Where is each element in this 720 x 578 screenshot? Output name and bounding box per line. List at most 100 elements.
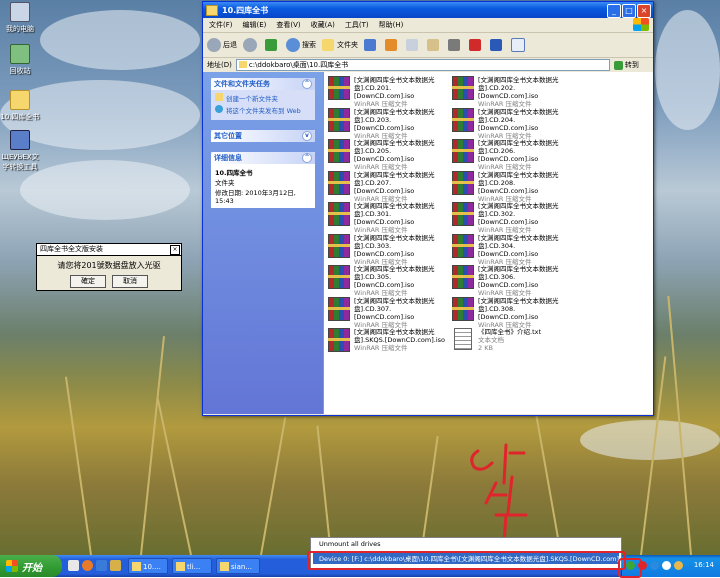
delete-button[interactable] bbox=[469, 39, 484, 51]
cut-button[interactable] bbox=[448, 39, 463, 51]
desktop-icon-converter[interactable]: ЩЕУЬЕХ文字转换工具 bbox=[0, 130, 40, 172]
back-label: 后退 bbox=[223, 41, 237, 49]
dialog-titlebar[interactable]: 四库全书全文版安装 × bbox=[37, 244, 181, 256]
winrar-archive-icon bbox=[452, 170, 474, 195]
search-button[interactable]: 搜索 bbox=[286, 38, 316, 52]
file-type: WinRAR 压缩文件 bbox=[354, 344, 408, 352]
menu-tools[interactable]: 工具(T) bbox=[345, 20, 369, 30]
file-item[interactable]: 《四库全书》介绍.txt 文本文档 2 KB bbox=[452, 328, 574, 356]
task-label: 将这个文件夹发布到 Web bbox=[226, 107, 301, 115]
file-name-line2: 盘].CD.205.[DownCD.com].iso bbox=[354, 147, 415, 163]
panel-header[interactable]: 其它位置 v bbox=[211, 130, 315, 142]
paste-button[interactable] bbox=[427, 39, 442, 51]
properties-button[interactable] bbox=[511, 38, 528, 52]
task-new-folder[interactable]: 创建一个新文件夹 bbox=[215, 93, 311, 103]
install-dialog: 四库全书全文版安装 × 请您将201號数据盘放入光驱 確定 取消 bbox=[36, 243, 182, 291]
forward-button[interactable] bbox=[243, 38, 259, 52]
window-titlebar[interactable]: 10.四库全书 bbox=[203, 2, 653, 18]
file-item[interactable]: [文渊阁四库全书文本数据光 盘].CD.304.[DownCD.com].iso W… bbox=[452, 233, 574, 266]
chevron-up-icon[interactable]: ^ bbox=[302, 79, 312, 89]
window-title: 10.四库全书 bbox=[222, 5, 269, 15]
file-item[interactable]: [文渊阁四库全书文本数据光 盘].CD.203.[DownCD.com].iso W… bbox=[328, 107, 450, 140]
task-publish-web[interactable]: 将这个文件夹发布到 Web bbox=[215, 105, 311, 115]
file-name-line2: 盘].CD.301.[DownCD.com].iso bbox=[354, 210, 415, 226]
file-item[interactable]: [文渊阁四库全书文本数据光 盘].SKQS.[DownCD.com].iso Win… bbox=[328, 328, 450, 356]
winrar-archive-icon bbox=[452, 139, 474, 163]
file-list: [文渊阁四库全书文本数据光 盘].CD.201.[DownCD.com].iso W… bbox=[323, 72, 653, 414]
winrar-archive-icon bbox=[452, 265, 474, 289]
windows-logo-icon bbox=[633, 18, 649, 31]
quick-launch-icon[interactable] bbox=[68, 560, 79, 571]
menu-view[interactable]: 查看(V) bbox=[276, 20, 300, 30]
quick-launch-icon[interactable] bbox=[110, 560, 121, 571]
desktop-icon-recycle-bin[interactable]: 回收站 bbox=[0, 44, 40, 76]
paste-icon bbox=[427, 39, 439, 51]
grass-blade bbox=[156, 398, 192, 556]
file-item[interactable]: [文渊阁四库全书文本数据光 盘].CD.305.[DownCD.com].iso W… bbox=[328, 265, 450, 297]
cancel-button[interactable]: 取消 bbox=[112, 275, 148, 288]
dialog-close-button[interactable]: × bbox=[170, 245, 180, 255]
file-item[interactable]: [文渊阁四库全书文本数据光 盘].CD.208.[DownCD.com].iso W… bbox=[452, 170, 574, 203]
file-name-line1: [文渊阁四库全书文本数据光 bbox=[354, 328, 435, 336]
menu-edit[interactable]: 编辑(E) bbox=[243, 20, 267, 30]
up-button[interactable] bbox=[265, 39, 280, 51]
file-item[interactable]: [文渊阁四库全书文本数据光 盘].CD.301.[DownCD.com].iso W… bbox=[328, 202, 450, 234]
desktop-icon-my-computer[interactable]: 我的电脑 bbox=[0, 2, 40, 34]
panel-header[interactable]: 详细信息 ^ bbox=[211, 152, 315, 164]
file-name-line1: [文渊阁四库全书文本数据光 bbox=[478, 170, 559, 179]
copy-button[interactable] bbox=[406, 39, 421, 51]
menu-file[interactable]: 文件(F) bbox=[209, 20, 233, 30]
go-button[interactable]: 转到 bbox=[613, 60, 639, 70]
address-input[interactable]: c:\ddokbaro\桌面\10.四库全书 bbox=[235, 59, 610, 71]
file-item[interactable]: [文渊阁四库全书文本数据光 盘].CD.306.[DownCD.com].iso W… bbox=[452, 265, 574, 297]
file-name-line2: 盘].CD.201.[DownCD.com].iso bbox=[354, 84, 415, 100]
taskbar-item-app[interactable]: sian... bbox=[216, 558, 260, 574]
chevron-up-icon[interactable]: ^ bbox=[302, 153, 312, 163]
file-item[interactable]: [文渊阁四库全书文本数据光 盘].CD.302.[DownCD.com].iso W… bbox=[452, 202, 574, 234]
file-item[interactable]: [文渊阁四库全书文本数据光 盘].CD.307.[DownCD.com].iso W… bbox=[328, 296, 450, 329]
highlight-box bbox=[307, 551, 626, 570]
file-item[interactable]: [文渊阁四库全书文本数据光 盘].CD.205.[DownCD.com].iso W… bbox=[328, 139, 450, 171]
bluetooth-icon[interactable] bbox=[650, 561, 659, 570]
file-item[interactable]: [文渊阁四库全书文本数据光 盘].CD.206.[DownCD.com].iso W… bbox=[452, 139, 574, 171]
file-name-line2: 盘].SKQS.[DownCD.com].iso bbox=[354, 336, 446, 344]
taskbar-item-browser[interactable]: tli... bbox=[172, 558, 212, 574]
start-button[interactable]: 开始 bbox=[0, 555, 62, 577]
menu-help[interactable]: 帮助(H) bbox=[379, 20, 404, 30]
file-name-line1: [文渊阁四库全书文本数据光 bbox=[354, 265, 435, 273]
chevron-down-icon[interactable]: v bbox=[302, 131, 312, 141]
views-button[interactable] bbox=[364, 39, 379, 51]
file-name-line2: 盘].CD.204.[DownCD.com].iso bbox=[478, 115, 539, 132]
tray-icon[interactable] bbox=[674, 561, 683, 570]
folders-button[interactable]: 文件夹 bbox=[322, 39, 358, 51]
home-button[interactable] bbox=[385, 39, 400, 51]
file-item[interactable]: [文渊阁四库全书文本数据光 盘].CD.204.[DownCD.com].iso W… bbox=[452, 107, 574, 140]
search-label: 搜索 bbox=[302, 41, 316, 49]
close-button[interactable]: × bbox=[637, 4, 651, 18]
volume-icon[interactable] bbox=[662, 561, 671, 570]
file-item[interactable]: [文渊阁四库全书文本数据光 盘].CD.201.[DownCD.com].iso W… bbox=[328, 76, 450, 108]
desktop-icon-label: 10.四库全书 bbox=[0, 113, 40, 121]
menu-bar: 文件(F) 编辑(E) 查看(V) 收藏(A) 工具(T) 帮助(H) bbox=[203, 18, 653, 33]
ok-button[interactable]: 確定 bbox=[70, 275, 106, 288]
maximize-button[interactable]: □ bbox=[622, 4, 636, 18]
file-name-line2: 盘].CD.305.[DownCD.com].iso bbox=[354, 273, 415, 289]
up-folder-icon bbox=[265, 39, 277, 51]
menu-favorites[interactable]: 收藏(A) bbox=[311, 20, 335, 30]
ie-icon[interactable] bbox=[96, 560, 107, 571]
undo-button[interactable] bbox=[490, 39, 505, 51]
desktop-icon-folder[interactable]: 10.四库全书 bbox=[0, 90, 40, 122]
minimize-button[interactable]: _ bbox=[607, 4, 621, 18]
menu-item-unmount[interactable]: Unmount all drives bbox=[311, 538, 621, 550]
taskbar-item-folder[interactable]: 10.... bbox=[128, 558, 168, 574]
file-name-line1: [文渊阁四库全书文本数据光 bbox=[354, 76, 435, 84]
file-item[interactable]: [文渊阁四库全书文本数据光 盘].CD.308.[DownCD.com].iso W… bbox=[452, 296, 574, 329]
file-name-line1: [文渊阁四库全书文本数据光 bbox=[354, 296, 435, 305]
firefox-icon[interactable] bbox=[82, 560, 93, 571]
panel-title: 文件和文件夹任务 bbox=[214, 80, 270, 88]
file-item[interactable]: [文渊阁四库全书文本数据光 盘].CD.202.[DownCD.com].iso W… bbox=[452, 76, 574, 108]
back-button[interactable]: 后退 bbox=[207, 38, 237, 52]
file-item[interactable]: [文渊阁四库全书文本数据光 盘].CD.207.[DownCD.com].iso W… bbox=[328, 170, 450, 203]
file-item[interactable]: [文渊阁四库全书文本数据光 盘].CD.303.[DownCD.com].iso W… bbox=[328, 233, 450, 266]
panel-header[interactable]: 文件和文件夹任务 ^ bbox=[211, 78, 315, 90]
